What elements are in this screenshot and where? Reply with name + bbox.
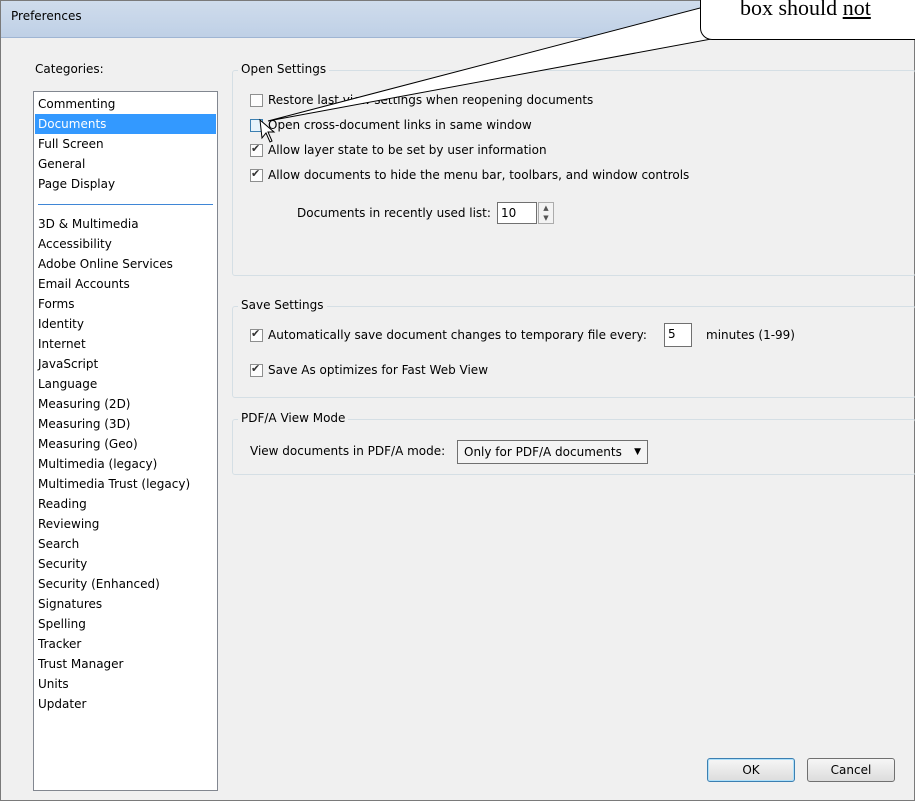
callout-pointer [259, 7, 762, 143]
mouse-cursor-icon [259, 118, 276, 143]
annotation-text: box should not [740, 0, 871, 20]
